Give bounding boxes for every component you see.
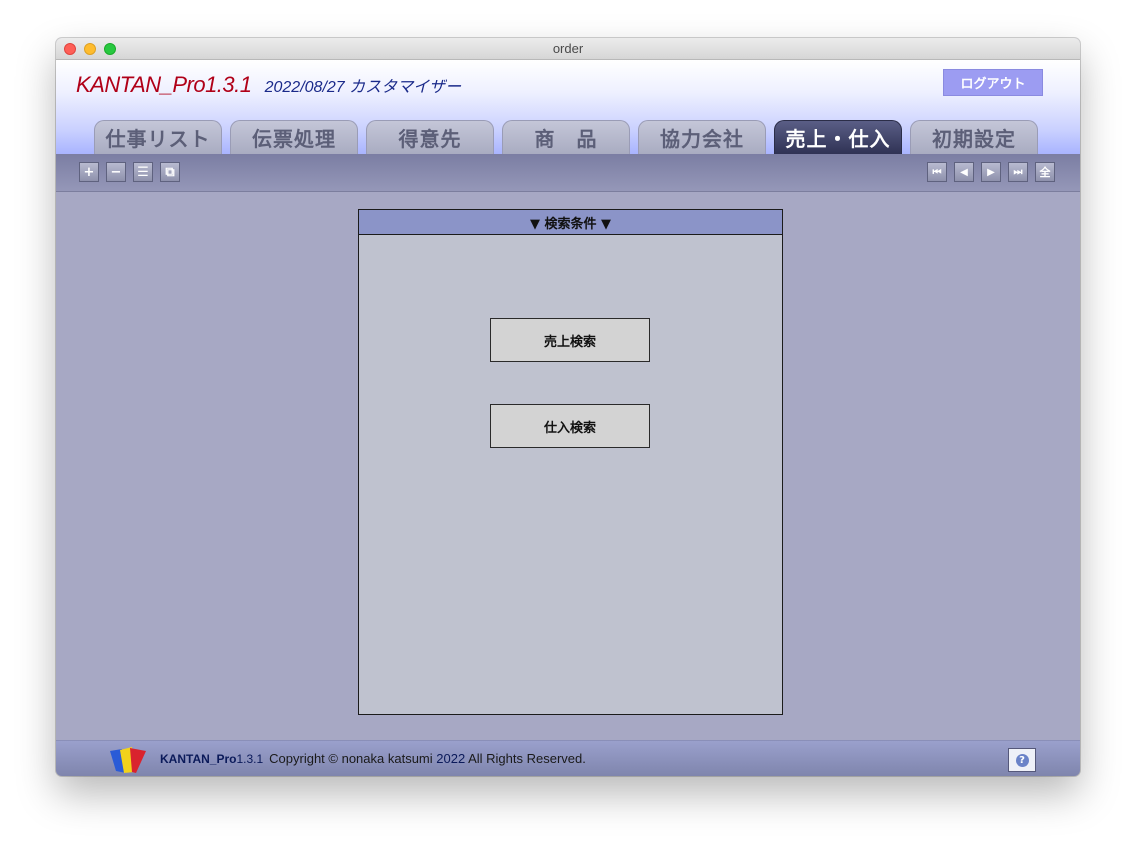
app-window: order KANTAN_Pro1.3.1 2022/08/27 カスタマイザー… bbox=[56, 38, 1080, 776]
list-icon: ☰ bbox=[137, 164, 149, 180]
tab-job-list[interactable]: 仕事リスト bbox=[94, 120, 222, 154]
app-name: KANTAN_Pro1.3.1 bbox=[76, 72, 252, 97]
search-panel-header: ▼ 検索条件 ▼ bbox=[359, 210, 782, 235]
first-record-icon: ⏮ bbox=[932, 166, 942, 178]
tab-initial-settings[interactable]: 初期設定 bbox=[910, 120, 1038, 154]
previous-record-icon: ◀ bbox=[960, 166, 968, 178]
logout-button[interactable]: ログアウト bbox=[943, 69, 1043, 96]
kantan-logo-icon bbox=[110, 747, 146, 773]
tab-customers[interactable]: 得意先 bbox=[366, 120, 494, 154]
list-view-button[interactable]: ☰ bbox=[133, 162, 153, 182]
show-all-button[interactable]: 全 bbox=[1035, 162, 1055, 182]
help-button[interactable]: ? bbox=[1008, 748, 1036, 772]
tab-partner-companies[interactable]: 協力会社 bbox=[638, 120, 766, 154]
brand: KANTAN_Pro1.3.1 2022/08/27 カスタマイザー bbox=[76, 72, 461, 98]
copyright-text: KANTAN_Pro1.3.1 Copyright © nonaka katsum… bbox=[160, 751, 586, 766]
app-header: KANTAN_Pro1.3.1 2022/08/27 カスタマイザー ログアウト… bbox=[56, 60, 1080, 154]
tab-sales-purchases[interactable]: 売上・仕入 bbox=[774, 120, 902, 154]
show-all-icon: 全 bbox=[1039, 166, 1051, 179]
previous-record-button[interactable]: ◀ bbox=[954, 162, 974, 182]
content-area: ▼ 検索条件 ▼ 売上検索 仕入検索 bbox=[56, 192, 1080, 740]
delete-record-button[interactable]: − bbox=[106, 162, 126, 182]
purchase-search-button[interactable]: 仕入検索 bbox=[490, 404, 650, 448]
title-bar[interactable]: order bbox=[56, 38, 1080, 60]
app-subtitle: 2022/08/27 カスタマイザー bbox=[264, 79, 462, 96]
next-record-button[interactable]: ▶ bbox=[981, 162, 1001, 182]
footer-copyright-suffix: All Rights Reserved. bbox=[465, 751, 586, 766]
footer-product-name: KANTAN_Pro bbox=[160, 752, 237, 766]
first-record-button[interactable]: ⏮ bbox=[927, 162, 947, 182]
copy-icon: ⧉ bbox=[165, 164, 175, 180]
tab-voucher-processing[interactable]: 伝票処理 bbox=[230, 120, 358, 154]
next-record-icon: ▶ bbox=[987, 166, 995, 178]
minus-icon: − bbox=[110, 164, 122, 180]
plus-icon: + bbox=[83, 164, 95, 180]
footer-year: 2022 bbox=[436, 751, 466, 766]
last-record-icon: ⏭ bbox=[1013, 166, 1023, 178]
window-title: order bbox=[552, 41, 584, 56]
footer: KANTAN_Pro1.3.1 Copyright © nonaka katsum… bbox=[56, 740, 1080, 776]
new-record-button[interactable]: + bbox=[79, 162, 99, 182]
record-toolbar: + − ☰ ⧉ ⏮ ◀ ▶ ⏭ 全 bbox=[56, 154, 1080, 192]
search-panel: ▼ 検索条件 ▼ 売上検索 仕入検索 bbox=[358, 209, 783, 715]
tab-products[interactable]: 商 品 bbox=[502, 120, 630, 154]
last-record-button[interactable]: ⏭ bbox=[1008, 162, 1028, 182]
help-icon: ? bbox=[1015, 753, 1029, 767]
footer-version: 1.3.1 bbox=[236, 752, 264, 766]
footer-copyright-prefix: Copyright © nonaka katsumi bbox=[269, 751, 437, 766]
duplicate-record-button[interactable]: ⧉ bbox=[160, 162, 180, 182]
main-tabs: 仕事リスト 伝票処理 得意先 商 品 協力会社 売上・仕入 初期設定 bbox=[94, 120, 1044, 154]
sales-search-button[interactable]: 売上検索 bbox=[490, 318, 650, 362]
